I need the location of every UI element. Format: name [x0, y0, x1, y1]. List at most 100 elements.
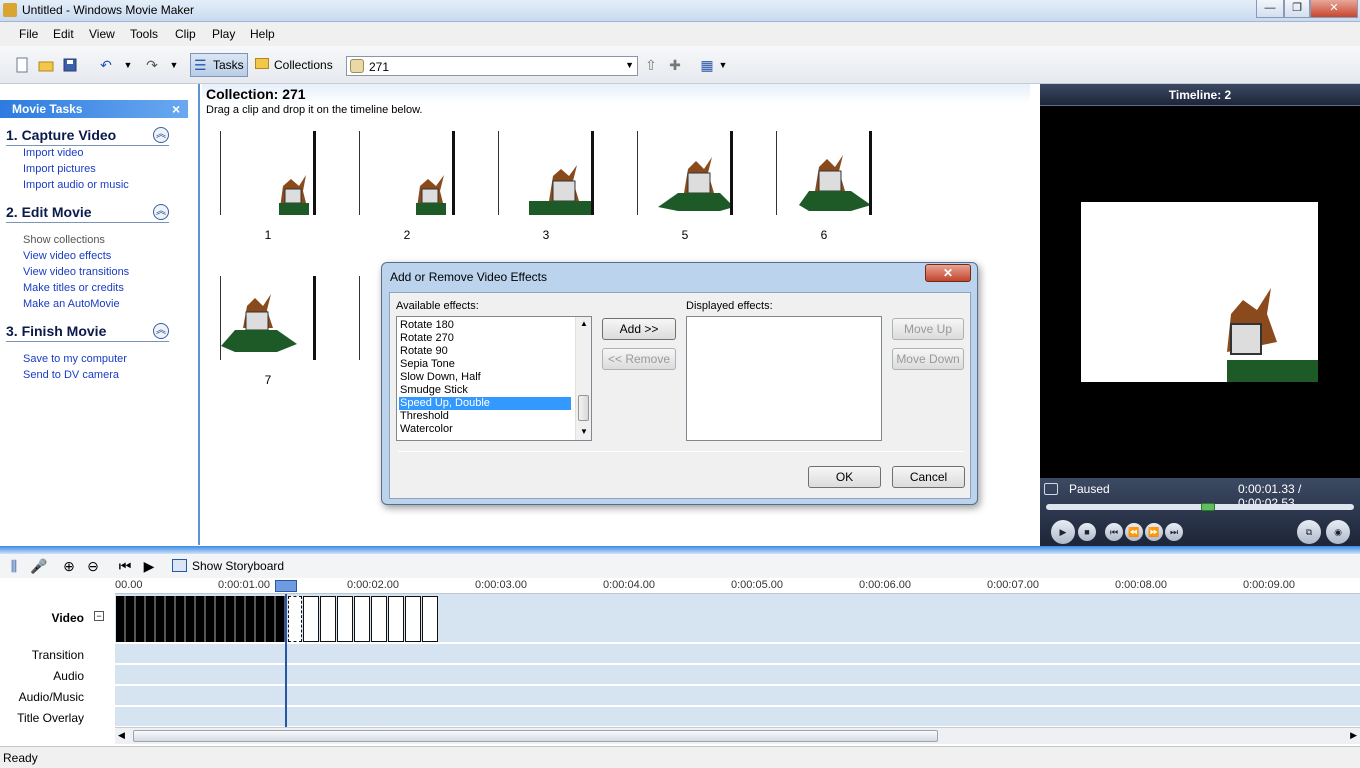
forward-icon[interactable]: ⏩ — [1145, 523, 1163, 541]
timeline-clip[interactable] — [288, 596, 302, 642]
rewind-timeline-icon[interactable]: ⏮ — [117, 558, 133, 574]
up-one-level-icon[interactable]: ⇧ — [643, 57, 659, 73]
dialog-close-button[interactable]: ✕ — [925, 264, 971, 282]
audio-music-track[interactable] — [115, 686, 1360, 706]
play-icon[interactable]: ▶ — [1051, 520, 1075, 544]
effect-item-selected[interactable]: Speed Up, Double — [399, 397, 571, 410]
timeline-clip-group[interactable] — [116, 596, 286, 642]
list-scrollbar[interactable]: ▲ ▼ — [575, 317, 591, 440]
title-overlay-track[interactable] — [115, 707, 1360, 727]
menu-clip[interactable]: Clip — [175, 27, 196, 41]
clip-thumbnail[interactable] — [776, 131, 872, 215]
previous-frame-icon[interactable]: ⏮ — [1105, 523, 1123, 541]
effect-item[interactable]: Sepia Tone — [399, 358, 571, 371]
effect-item[interactable]: Rotate 270 — [399, 332, 571, 345]
scroll-thumb[interactable] — [133, 730, 938, 742]
timeline-clip[interactable] — [422, 596, 438, 642]
close-tasks-icon[interactable]: × — [172, 100, 180, 118]
timeline-clip[interactable] — [388, 596, 404, 642]
link-save-to-computer[interactable]: Save to my computer — [23, 353, 127, 365]
available-effects-list[interactable]: Rotate 180 Rotate 270 Rotate 90 Sepia To… — [396, 316, 592, 441]
play-timeline-icon[interactable]: ▶ — [141, 558, 157, 574]
split-clip-icon[interactable]: ⧉ — [1297, 520, 1321, 544]
zoom-out-icon[interactable]: ⊖ — [85, 558, 101, 574]
seek-thumb[interactable] — [1201, 503, 1215, 511]
menu-edit[interactable]: Edit — [53, 27, 74, 41]
timeline-clip[interactable] — [303, 596, 319, 642]
collection-select[interactable]: 271 ▼ — [346, 56, 638, 76]
zoom-in-icon[interactable]: ⊕ — [61, 558, 77, 574]
show-storyboard-button[interactable]: Show Storyboard — [192, 559, 284, 573]
link-send-to-dv[interactable]: Send to DV camera — [23, 369, 119, 381]
effect-item[interactable]: Rotate 180 — [399, 319, 571, 332]
audio-track[interactable] — [115, 665, 1360, 685]
add-effect-button[interactable]: Add >> — [602, 318, 676, 340]
effect-item[interactable]: Slow Down, Half — [399, 371, 571, 384]
timeline-clip[interactable] — [354, 596, 370, 642]
new-project-icon[interactable] — [14, 57, 30, 73]
maximize-button[interactable]: ❐ — [1284, 0, 1310, 18]
menu-tools[interactable]: Tools — [130, 27, 158, 41]
effect-item[interactable]: Watercolor — [399, 423, 571, 436]
pane-separator[interactable] — [0, 546, 1360, 554]
minimize-button[interactable]: — — [1256, 0, 1284, 18]
clip-thumbnail[interactable] — [220, 131, 316, 215]
link-view-video-effects[interactable]: View video effects — [23, 250, 111, 262]
link-make-automovie[interactable]: Make an AutoMovie — [23, 298, 120, 310]
scroll-right-icon[interactable]: ▶ — [1350, 730, 1357, 741]
link-view-video-transitions[interactable]: View video transitions — [23, 266, 129, 278]
collapse-finish-icon[interactable]: ︽ — [153, 323, 169, 339]
rewind-icon[interactable]: ⏪ — [1125, 523, 1143, 541]
new-collection-folder-icon[interactable]: ✚ — [667, 57, 683, 73]
collapse-edit-icon[interactable]: ︽ — [153, 204, 169, 220]
undo-icon[interactable]: ↶ — [98, 57, 114, 73]
timeline-clip[interactable] — [371, 596, 387, 642]
effect-item[interactable]: Smudge Stick — [399, 384, 571, 397]
move-up-button[interactable]: Move Up — [892, 318, 964, 340]
ok-button[interactable]: OK — [808, 466, 881, 488]
remove-effect-button[interactable]: << Remove — [602, 348, 676, 370]
clip-thumbnail[interactable] — [637, 131, 733, 215]
timeline-ruler[interactable]: 00.00 0:00:01.00 0:00:02.00 0:00:03.00 0… — [115, 578, 1360, 594]
scroll-left-icon[interactable]: ◀ — [118, 730, 125, 741]
collections-button[interactable]: Collections — [251, 53, 335, 77]
redo-dropdown-icon[interactable]: ▼ — [166, 57, 182, 73]
save-project-icon[interactable] — [62, 57, 78, 73]
timeline-clip[interactable] — [405, 596, 421, 642]
timeline-scrollbar[interactable]: ◀ ▶ — [115, 727, 1360, 744]
undo-dropdown-icon[interactable]: ▼ — [120, 57, 136, 73]
link-import-video[interactable]: Import video — [23, 147, 84, 159]
tasks-button[interactable]: ☰ Tasks — [190, 53, 248, 77]
seek-bar[interactable] — [1046, 504, 1354, 510]
link-import-audio[interactable]: Import audio or music — [23, 179, 129, 191]
fullscreen-icon[interactable] — [1044, 483, 1058, 495]
collapse-capture-icon[interactable]: ︽ — [153, 127, 169, 143]
link-import-pictures[interactable]: Import pictures — [23, 163, 96, 175]
set-audio-levels-icon[interactable]: ⫼ — [6, 558, 22, 574]
clip-thumbnail[interactable] — [220, 276, 316, 360]
effect-item[interactable]: Threshold — [399, 410, 571, 423]
scroll-up-icon[interactable]: ▲ — [580, 319, 588, 328]
move-down-button[interactable]: Move Down — [892, 348, 964, 370]
take-picture-icon[interactable]: ◉ — [1326, 520, 1350, 544]
menu-play[interactable]: Play — [212, 27, 235, 41]
views-dropdown-icon[interactable]: ▼ — [715, 57, 731, 73]
timeline-clip[interactable] — [320, 596, 336, 642]
menu-file[interactable]: File — [19, 27, 38, 41]
timeline-clip[interactable] — [337, 596, 353, 642]
effect-item[interactable]: Rotate 90 — [399, 345, 571, 358]
transition-track[interactable] — [115, 644, 1360, 664]
list-scroll-thumb[interactable] — [578, 395, 589, 421]
narrate-timeline-icon[interactable]: 🎤 — [30, 558, 47, 574]
clip-thumbnail[interactable] — [359, 131, 455, 215]
redo-icon[interactable]: ↷ — [144, 57, 160, 73]
stop-icon[interactable]: ■ — [1078, 523, 1096, 541]
menu-view[interactable]: View — [89, 27, 115, 41]
cancel-button[interactable]: Cancel — [892, 466, 965, 488]
views-icon[interactable]: ▦ — [699, 57, 715, 73]
scroll-down-icon[interactable]: ▼ — [580, 427, 588, 436]
next-frame-icon[interactable]: ⏭ — [1165, 523, 1183, 541]
collapse-video-track-icon[interactable]: − — [94, 611, 104, 621]
link-make-titles[interactable]: Make titles or credits — [23, 282, 124, 294]
playhead-handle[interactable] — [275, 580, 297, 592]
